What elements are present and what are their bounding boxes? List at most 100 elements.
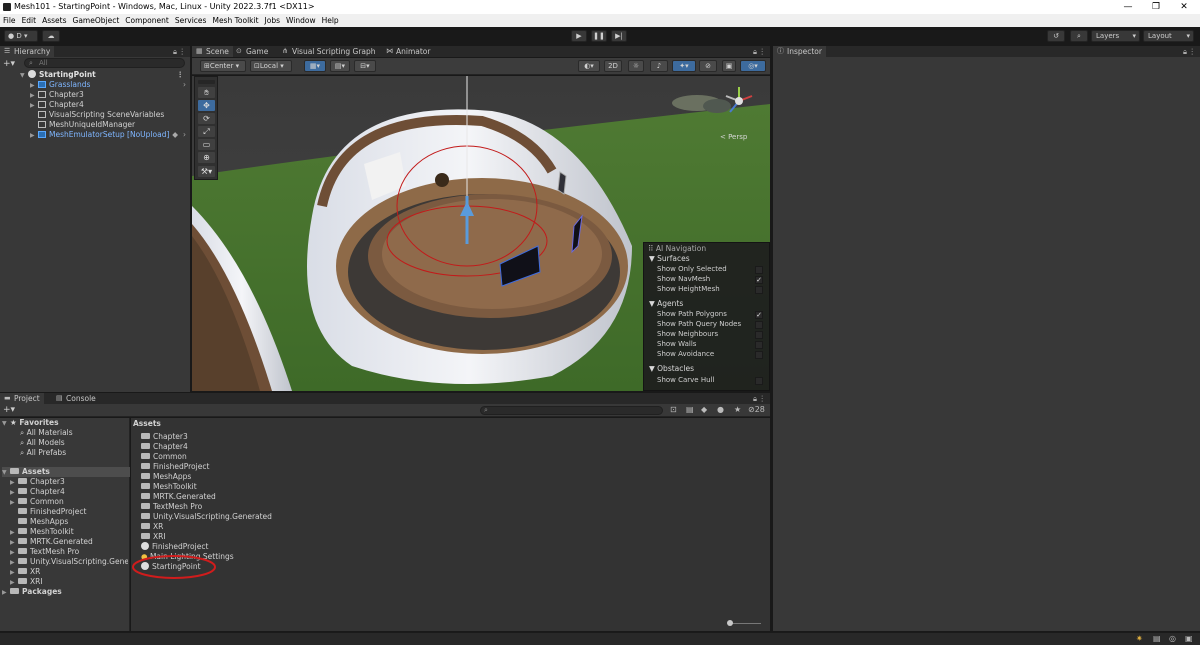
hierarchy-item-visualscripting[interactable]: VisualScripting SceneVariables — [38, 110, 164, 120]
hierarchy-item-meshemulator[interactable]: ▶ MeshEmulatorSetup [NoUpload] ◆ › — [30, 130, 190, 140]
menu-edit[interactable]: Edit — [19, 14, 40, 27]
asset-meshtoolkit[interactable]: MeshToolkit — [141, 482, 197, 492]
close-button[interactable]: ✕ — [1170, 0, 1198, 14]
lock-icon[interactable]: 🔒︎ — [753, 46, 757, 57]
tab-inspector[interactable]: ⓘ Inspector — [773, 46, 826, 57]
asset-chapter3[interactable]: Chapter3 — [141, 432, 188, 442]
tab-game[interactable]: ⊙ Game — [232, 46, 272, 57]
menu-file[interactable]: File — [0, 14, 19, 27]
kebab-menu-icon[interactable]: ⋮ — [177, 70, 185, 80]
search-by-tag-icon[interactable]: ◆ — [701, 405, 707, 414]
menu-window[interactable]: Window — [283, 14, 319, 27]
menu-services[interactable]: Services — [172, 14, 210, 27]
kebab-menu-icon[interactable]: ⋮ — [759, 393, 767, 404]
menu-help[interactable]: Help — [319, 14, 342, 27]
audio-toggle-icon[interactable]: ♪ — [650, 60, 668, 72]
history-icon[interactable]: ↺ — [1047, 30, 1065, 42]
tree-item-mrtk-generated[interactable]: ▶ MRTK.Generated — [10, 537, 93, 547]
menu-mesh-toolkit[interactable]: Mesh Toolkit — [209, 14, 261, 27]
favorite-all-models[interactable]: ⌕ All Models — [20, 438, 65, 448]
asset-finishedproject-scene[interactable]: FinishedProject — [141, 542, 208, 552]
chevron-right-icon[interactable]: › — [183, 80, 186, 90]
transform-tool-icon[interactable]: ⊕ — [198, 152, 215, 163]
tree-item-visualscripting-generated[interactable]: ▶ Unity.VisualScripting.Generated — [10, 557, 128, 567]
hidden-objects-icon[interactable]: ⊘ — [699, 60, 717, 72]
tree-item-chapter3[interactable]: ▶ Chapter3 — [10, 477, 65, 487]
pause-button[interactable]: ❚❚ — [591, 30, 607, 42]
lock-icon[interactable]: 🔒︎ — [753, 393, 757, 404]
tab-animator[interactable]: ⋈ Animator — [382, 46, 434, 57]
add-button[interactable]: +▾ — [3, 59, 19, 69]
tab-hierarchy[interactable]: ☰ Hierarchy — [0, 46, 55, 57]
tab-visual-scripting[interactable]: ⋔ Visual Scripting Graph — [278, 46, 380, 57]
space-dropdown[interactable]: ⊡Local ▾ — [250, 60, 292, 72]
layout-dropdown[interactable]: Layout ▾ — [1143, 30, 1194, 42]
show-only-selected-checkbox[interactable] — [755, 266, 763, 274]
kebab-menu-icon[interactable]: ⋮ — [179, 46, 187, 57]
layers-dropdown[interactable]: Layers ▾ — [1091, 30, 1140, 42]
tree-item-textmesh-pro[interactable]: ▶ TextMesh Pro — [10, 547, 79, 557]
rotate-tool-icon[interactable]: ⟳ — [198, 113, 215, 124]
grid-snap-button[interactable]: ▦▾ — [304, 60, 326, 72]
rect-tool-icon[interactable]: ▭ — [198, 139, 215, 150]
hidden-packages-icon[interactable]: ⊘28 — [748, 405, 765, 414]
camera-icon[interactable]: ▣ — [722, 60, 736, 72]
hand-tool-icon[interactable]: ✋︎ — [198, 87, 215, 98]
view-gizmo[interactable] — [722, 84, 756, 118]
lighting-toggle-icon[interactable]: ☼ — [628, 60, 644, 72]
favorites-header[interactable]: ▼ ★ Favorites — [2, 418, 59, 428]
show-avoidance-checkbox[interactable] — [755, 351, 763, 359]
menu-jobs[interactable]: Jobs — [262, 14, 283, 27]
section-surfaces[interactable]: ▼ Surfaces — [649, 254, 690, 263]
asset-finishedproject-folder[interactable]: FinishedProject — [141, 462, 209, 472]
kebab-menu-icon[interactable]: ⋮ — [759, 46, 767, 57]
favorite-all-materials[interactable]: ⌕ All Materials — [20, 428, 73, 438]
notifications-icon[interactable]: ▣ — [1185, 634, 1193, 643]
tree-item-xri[interactable]: ▶ XRI — [10, 577, 43, 587]
zoom-slider-handle[interactable] — [727, 620, 733, 626]
show-carve-hull-checkbox[interactable] — [755, 377, 763, 385]
tree-item-xr[interactable]: ▶ XR — [10, 567, 40, 577]
draw-mode-button[interactable]: ◐▾ — [578, 60, 600, 72]
palette-handle[interactable] — [198, 80, 215, 84]
account-dropdown[interactable]: ● D ▾ — [4, 30, 38, 42]
zoom-slider-track[interactable] — [729, 623, 761, 624]
tree-item-chapter4[interactable]: ▶ Chapter4 — [10, 487, 65, 497]
scene-root[interactable]: ▼ StartingPoint ⋮ — [20, 70, 190, 80]
maximize-button[interactable]: ❐ — [1142, 0, 1170, 14]
asset-visualscripting-generated[interactable]: Unity.VisualScripting.Generated — [141, 512, 272, 522]
favorite-all-prefabs[interactable]: ⌕ All Prefabs — [20, 448, 66, 458]
tab-scene[interactable]: ▦ Scene — [192, 46, 233, 57]
hierarchy-item-meshuniqueid[interactable]: MeshUniqueIdManager — [38, 120, 135, 130]
asset-common[interactable]: Common — [141, 452, 187, 462]
lighting-build-icon[interactable]: ✷ — [1136, 634, 1143, 643]
show-heightmesh-checkbox[interactable] — [755, 286, 763, 294]
play-button[interactable]: ▶ — [571, 30, 587, 42]
asset-xri[interactable]: XRI — [141, 532, 166, 542]
step-button[interactable]: ▶| — [611, 30, 627, 42]
search-by-label-icon[interactable]: ▤ — [686, 405, 694, 414]
show-neighbours-checkbox[interactable] — [755, 331, 763, 339]
scale-tool-icon[interactable]: ⤢ — [198, 126, 215, 137]
grid-visibility-button[interactable]: ▤▾ — [330, 60, 350, 72]
info-filter-icon[interactable]: ● — [717, 405, 724, 414]
network-icon[interactable]: ◎ — [1169, 634, 1176, 643]
hierarchy-item-chapter3[interactable]: ▶ Chapter3 — [30, 90, 84, 100]
move-tool-icon[interactable]: ✥ — [198, 100, 215, 111]
show-walls-checkbox[interactable] — [755, 341, 763, 349]
minimize-button[interactable]: — — [1114, 0, 1142, 14]
lock-icon[interactable]: 🔒︎ — [1183, 46, 1187, 57]
chevron-right-icon[interactable]: › — [183, 130, 186, 140]
persp-label[interactable]: < Persp — [720, 133, 747, 141]
tree-item-common[interactable]: ▶ Common — [10, 497, 64, 507]
menu-assets[interactable]: Assets — [39, 14, 69, 27]
tree-item-finishedproject[interactable]: FinishedProject — [18, 507, 86, 517]
kebab-menu-icon[interactable]: ⋮ — [1189, 46, 1197, 57]
hierarchy-search-input[interactable]: ⌕ All — [24, 58, 185, 68]
section-agents[interactable]: ▼ Agents — [649, 299, 683, 308]
gizmos-dropdown[interactable]: ◎▾ — [740, 60, 766, 72]
pivot-dropdown[interactable]: ⊞Center ▾ — [200, 60, 246, 72]
search-by-type-icon[interactable]: ⊡ — [670, 405, 677, 414]
asset-xr[interactable]: XR — [141, 522, 163, 532]
asset-meshapps[interactable]: MeshApps — [141, 472, 191, 482]
